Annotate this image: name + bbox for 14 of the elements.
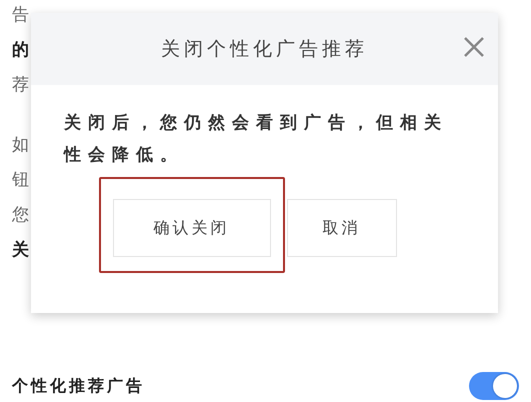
page-text: 您: [12, 204, 30, 226]
close-icon[interactable]: [462, 35, 486, 59]
cancel-button[interactable]: 取消: [286, 199, 396, 257]
page-text: 关: [12, 239, 30, 261]
page-text: 荐: [12, 74, 30, 96]
dialog-message: 关闭后，您仍然会看到广告，但相关性会降低。: [64, 112, 449, 167]
page-text: 的: [12, 39, 30, 61]
page-text: 钮: [12, 169, 30, 191]
toggle-switch[interactable]: [469, 372, 519, 400]
page-text: 告: [12, 4, 30, 26]
dialog-title: 关闭个性化广告推荐: [161, 37, 368, 62]
confirm-button[interactable]: 确认关闭: [112, 199, 270, 257]
page-text: 如: [12, 134, 30, 156]
setting-label: 个性化推荐广告: [12, 376, 145, 396]
